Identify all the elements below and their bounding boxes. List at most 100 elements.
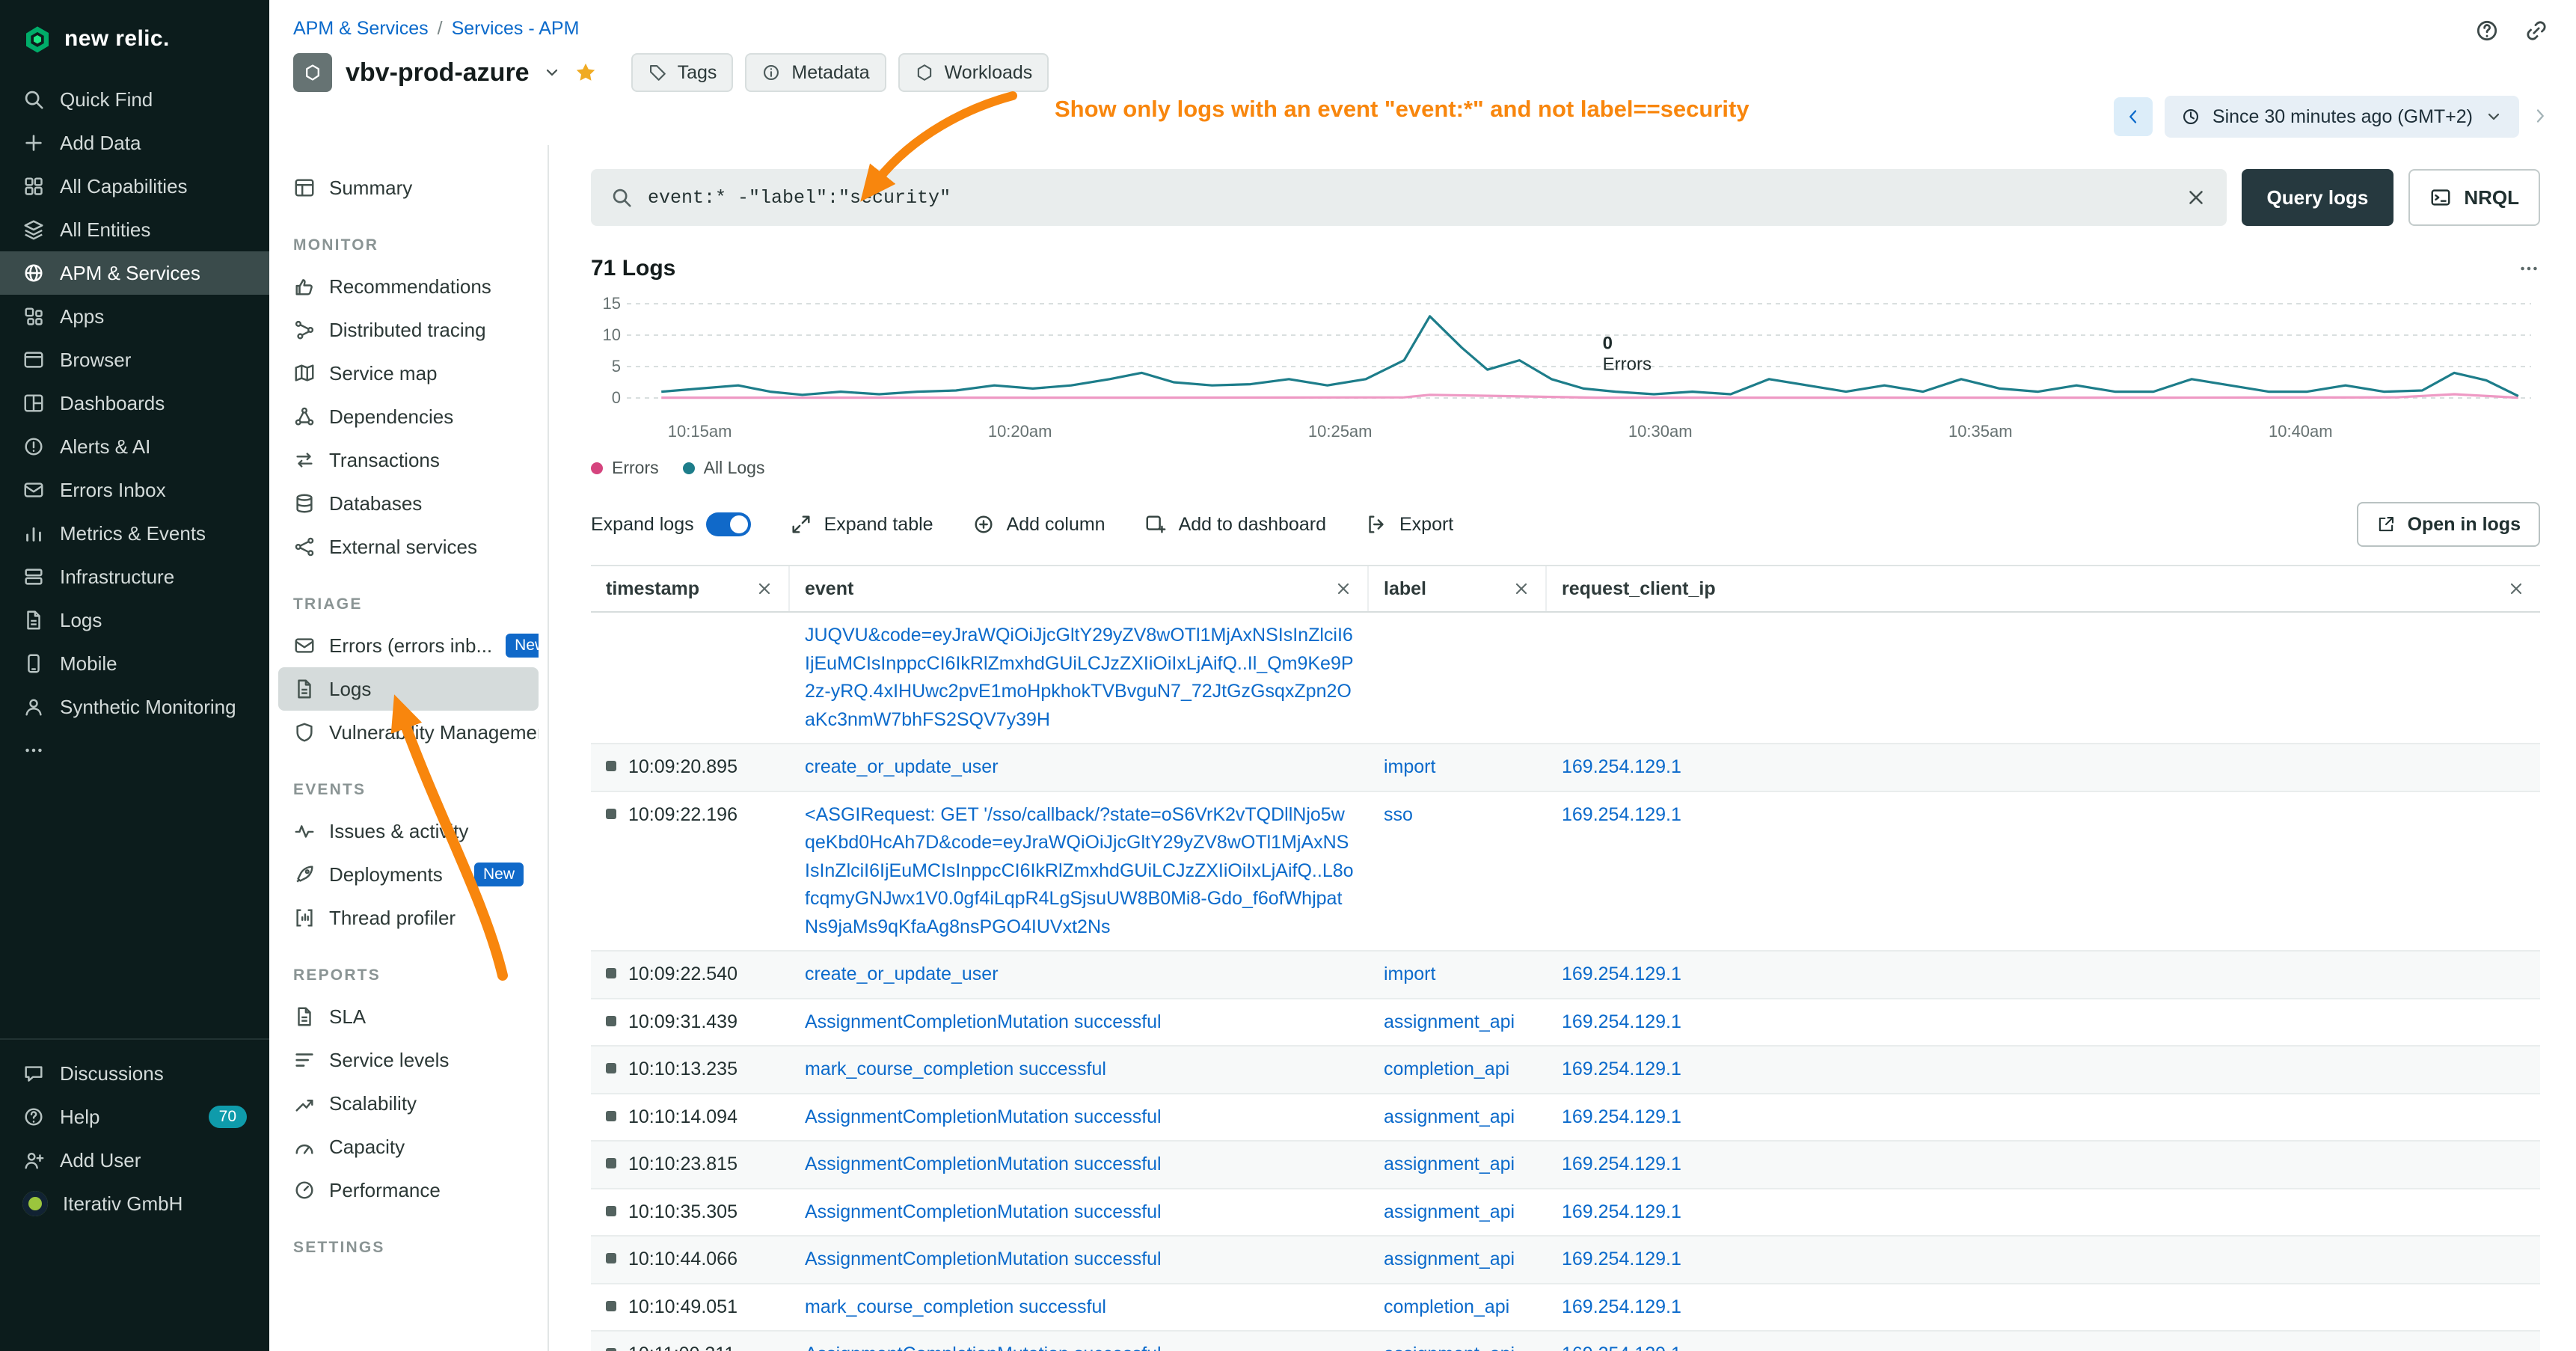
query-logs-button[interactable]: Query logs xyxy=(2242,169,2394,226)
breadcrumb-link-apm-services[interactable]: APM & Services xyxy=(293,18,429,40)
more-options-icon[interactable] xyxy=(2518,257,2540,280)
subnav-item-dependencies[interactable]: Dependencies xyxy=(278,395,539,438)
expand-logs-toggle[interactable] xyxy=(706,512,751,536)
time-back-button[interactable] xyxy=(2114,97,2153,136)
subnav-item-deployments[interactable]: DeploymentsNew xyxy=(278,853,539,896)
event-link[interactable]: AssignmentCompletionMutation successful xyxy=(805,1201,1162,1222)
subnav-item-thread-profiler[interactable]: Thread profiler xyxy=(278,896,539,940)
add-column-button[interactable]: Add column xyxy=(972,513,1105,536)
add-to-dashboard-button[interactable]: Add to dashboard xyxy=(1144,513,1326,536)
event-link[interactable]: <ASGIRequest: GET '/sso/callback/?state=… xyxy=(805,804,1354,937)
remove-column-icon[interactable] xyxy=(2507,580,2525,598)
sidebar-item-metrics-events[interactable]: Metrics & Events xyxy=(0,512,269,555)
label-link[interactable]: import xyxy=(1384,756,1435,777)
event-link[interactable]: mark_course_completion successful xyxy=(805,1296,1106,1317)
label-link[interactable]: assignment_api xyxy=(1384,1106,1515,1127)
sidebar-item-dashboards[interactable]: Dashboards xyxy=(0,382,269,425)
favorite-star-icon[interactable] xyxy=(574,61,597,84)
remove-column-icon[interactable] xyxy=(1334,580,1352,598)
subnav-item-external-services[interactable]: External services xyxy=(278,525,539,569)
sidebar-item-all-capabilities[interactable]: All Capabilities xyxy=(0,165,269,208)
legend-item-errors[interactable]: Errors xyxy=(591,458,659,478)
label-link[interactable]: assignment_api xyxy=(1384,1011,1515,1032)
sidebar-item-apps[interactable]: Apps xyxy=(0,295,269,338)
event-link[interactable]: AssignmentCompletionMutation successful xyxy=(805,1154,1162,1174)
clear-query-icon[interactable] xyxy=(2185,186,2207,209)
sidebar-item-infrastructure[interactable]: Infrastructure xyxy=(0,555,269,598)
sidebar-item-discussions[interactable]: Discussions xyxy=(0,1052,269,1095)
ip-link[interactable]: 169.254.129.1 xyxy=(1562,1201,1681,1222)
ip-link[interactable]: 169.254.129.1 xyxy=(1562,1106,1681,1127)
ip-link[interactable]: 169.254.129.1 xyxy=(1562,756,1681,777)
subnav-item-scalability[interactable]: Scalability xyxy=(278,1082,539,1125)
sidebar-item-logs[interactable]: Logs xyxy=(0,598,269,642)
time-range-button[interactable]: Since 30 minutes ago (GMT+2) xyxy=(2165,96,2519,138)
event-link[interactable]: JUQVU&code=eyJraWQiOiJjcGltY29yZV8wOTl1M… xyxy=(805,625,1354,730)
sidebar-item-add-user[interactable]: Add User xyxy=(0,1139,269,1182)
permalink-icon[interactable] xyxy=(2524,18,2549,43)
subnav-item-issues-activity[interactable]: Issues & activity xyxy=(278,809,539,853)
label-link[interactable]: completion_api xyxy=(1384,1059,1509,1079)
sidebar-item-errors-inbox[interactable]: Errors Inbox xyxy=(0,468,269,512)
log-query-input[interactable] xyxy=(648,187,2170,209)
open-in-logs-button[interactable]: Open in logs xyxy=(2357,502,2540,547)
subnav-item-logs[interactable]: Logs xyxy=(278,667,539,711)
label-link[interactable]: import xyxy=(1384,964,1435,984)
subnav-item-errors-errors-inb[interactable]: Errors (errors inb...New xyxy=(278,624,539,667)
ip-link[interactable]: 169.254.129.1 xyxy=(1562,1249,1681,1269)
sidebar-item-quick-find[interactable]: Quick Find xyxy=(0,78,269,121)
subnav-item-service-map[interactable]: Service map xyxy=(278,352,539,395)
label-link[interactable]: assignment_api xyxy=(1384,1249,1515,1269)
subnav-item-summary[interactable]: Summary xyxy=(278,166,539,209)
sidebar-item-help[interactable]: Help70 xyxy=(0,1095,269,1139)
metadata-button[interactable]: Metadata xyxy=(745,53,886,92)
event-link[interactable]: AssignmentCompletionMutation successful xyxy=(805,1106,1162,1127)
subnav-item-transactions[interactable]: Transactions xyxy=(278,438,539,482)
subnav-item-distributed-tracing[interactable]: Distributed tracing xyxy=(278,308,539,352)
event-link[interactable]: AssignmentCompletionMutation successful xyxy=(805,1249,1162,1269)
expand-table-button[interactable]: Expand table xyxy=(790,513,933,536)
label-link[interactable]: assignment_api xyxy=(1384,1154,1515,1174)
time-forward-button[interactable] xyxy=(2531,103,2549,131)
label-link[interactable]: assignment_api xyxy=(1384,1344,1515,1351)
sidebar-item-synthetic-monitoring[interactable]: Synthetic Monitoring xyxy=(0,685,269,729)
label-link[interactable]: sso xyxy=(1384,804,1413,825)
legend-item-all-logs[interactable]: All Logs xyxy=(683,458,765,478)
ip-link[interactable]: 169.254.129.1 xyxy=(1562,1154,1681,1174)
sidebar-item-mobile[interactable]: Mobile xyxy=(0,642,269,685)
sidebar-item-iterativ-gmbh[interactable]: Iterativ GmbH xyxy=(0,1182,269,1225)
subnav-item-service-levels[interactable]: Service levels xyxy=(278,1038,539,1082)
label-link[interactable]: assignment_api xyxy=(1384,1201,1515,1222)
ip-link[interactable]: 169.254.129.1 xyxy=(1562,964,1681,984)
remove-column-icon[interactable] xyxy=(1512,580,1530,598)
ip-link[interactable]: 169.254.129.1 xyxy=(1562,1296,1681,1317)
label-link[interactable]: completion_api xyxy=(1384,1296,1509,1317)
sidebar-item-all-entities[interactable]: All Entities xyxy=(0,208,269,251)
sidebar-item-browser[interactable]: Browser xyxy=(0,338,269,382)
remove-column-icon[interactable] xyxy=(755,580,773,598)
event-link[interactable]: mark_course_completion successful xyxy=(805,1059,1106,1079)
breadcrumb-link-services-apm[interactable]: Services - APM xyxy=(452,18,580,40)
entity-switcher-chevron-icon[interactable] xyxy=(543,64,561,82)
nrql-button[interactable]: NRQL xyxy=(2408,169,2540,226)
event-link[interactable]: create_or_update_user xyxy=(805,964,999,984)
sidebar-item-more[interactable] xyxy=(0,729,269,772)
ip-link[interactable]: 169.254.129.1 xyxy=(1562,804,1681,825)
brand-logo[interactable]: new relic. xyxy=(0,0,269,78)
sidebar-item-apm-services[interactable]: APM & Services xyxy=(0,251,269,295)
subnav-item-recommendations[interactable]: Recommendations xyxy=(278,265,539,308)
sidebar-item-alerts-ai[interactable]: Alerts & AI xyxy=(0,425,269,468)
event-link[interactable]: AssignmentCompletionMutation successful xyxy=(805,1344,1162,1351)
subnav-item-vulnerability-management[interactable]: Vulnerability Management xyxy=(278,711,539,754)
sidebar-item-add-data[interactable]: Add Data xyxy=(0,121,269,165)
ip-link[interactable]: 169.254.129.1 xyxy=(1562,1059,1681,1079)
subnav-item-capacity[interactable]: Capacity xyxy=(278,1125,539,1168)
subnav-item-databases[interactable]: Databases xyxy=(278,482,539,525)
subnav-item-sla[interactable]: SLA xyxy=(278,995,539,1038)
event-link[interactable]: AssignmentCompletionMutation successful xyxy=(805,1011,1162,1032)
subnav-item-performance[interactable]: Performance xyxy=(278,1168,539,1212)
tags-button[interactable]: Tags xyxy=(631,53,734,92)
help-icon[interactable] xyxy=(2474,18,2500,43)
export-button[interactable]: Export xyxy=(1365,513,1453,536)
workloads-button[interactable]: Workloads xyxy=(898,53,1049,92)
